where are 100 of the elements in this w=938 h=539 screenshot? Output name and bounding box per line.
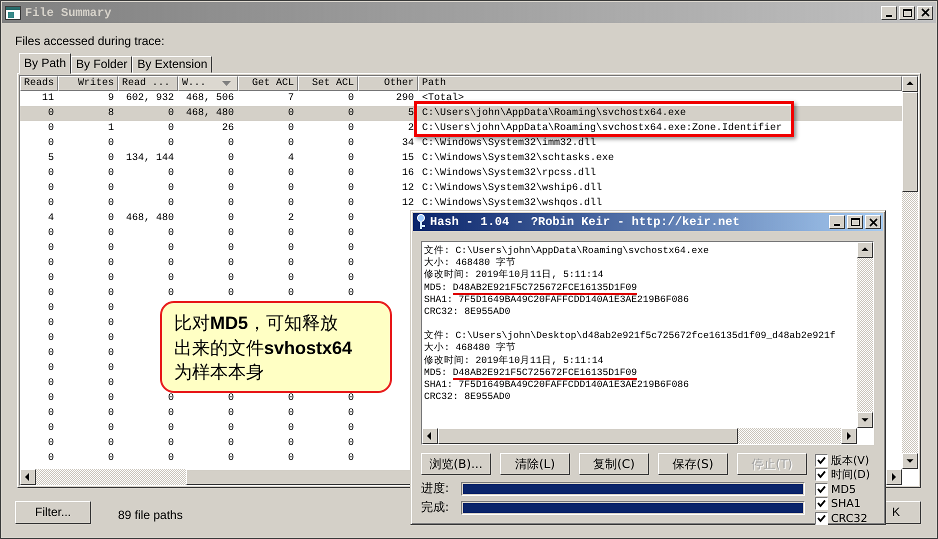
table-cell-text: 0 — [168, 122, 175, 136]
table-cell-text: 0 — [168, 452, 175, 466]
callout-text: 比对MD5，可知释放 出来的文件svhostx64 为样本本身 — [174, 312, 354, 385]
table-cell-text: 0 — [228, 452, 235, 466]
table-cell-text: 0 — [228, 257, 235, 271]
result-line: 文件: C:\Users\john\Desktop\d48ab2e921f5c725672fce16135d1f09_d48ab2e921f — [424, 330, 836, 342]
table-cell-text: 2 — [408, 122, 415, 136]
table-cell-text: 0 — [108, 272, 115, 286]
table-cell-text: 0 — [108, 212, 115, 226]
table-cell-text: 0 — [48, 287, 55, 301]
table-cell-text: 0 — [348, 272, 355, 286]
result-line: MD5: D48AB2E921F5C725672FCE16135D1F09 — [424, 282, 638, 294]
table-cell-text: 9 — [108, 92, 115, 106]
table-cell-text: 0 — [108, 152, 115, 166]
table-cell-text: 0 — [108, 137, 115, 151]
table-cell-text: 0 — [228, 422, 235, 436]
table-cell-text: 0 — [168, 407, 175, 421]
table-cell-text: 0 — [48, 197, 55, 211]
table-cell-text: 0 — [348, 392, 355, 406]
table-cell-text: 0 — [48, 377, 55, 391]
table-cell-text: 0 — [108, 347, 115, 361]
status-text: 89 file paths — [118, 508, 183, 522]
result-line: 文件: C:\Users\john\AppData\Roaming\svchostx64.exe — [424, 245, 710, 257]
table-cell-text: 2 — [288, 212, 295, 226]
table-cell-text: 0 — [48, 227, 55, 241]
table-cell-text: 0 — [168, 182, 175, 196]
table-cell-text: 0 — [108, 287, 115, 301]
table-cell-text: 134, 144 — [126, 152, 175, 166]
table-cell-text: 1 — [108, 122, 115, 136]
table-cell-text: 0 — [288, 242, 295, 256]
result-line: 修改时间: 2019年10月11日, 5:11:14 — [424, 269, 604, 282]
table-cell-text: 0 — [48, 137, 55, 151]
table-cell-text: C:\Users\john\AppData\Roaming\svchostx64.exe — [421, 106, 688, 121]
table-cell-text: 4 — [288, 152, 295, 166]
table-cell-text: 0 — [228, 272, 235, 286]
table-cell-text: 0 — [108, 437, 115, 451]
table-cell-text: 0 — [48, 182, 55, 196]
table-cell-text: 0 — [288, 227, 295, 241]
table-cell-text: <Total> — [421, 92, 466, 106]
table-cell-text: 0 — [288, 452, 295, 466]
table-cell-text: 0 — [168, 242, 175, 256]
section-label: Files accessed during trace: — [15, 34, 166, 48]
table-cell-text: 0 — [108, 332, 115, 346]
table-cell-text: 0 — [228, 137, 235, 151]
table-cell-text: 0 — [288, 122, 295, 136]
table-cell-text: 0 — [48, 272, 55, 286]
table-cell-text: 0 — [288, 407, 295, 421]
table-cell-text: 0 — [48, 167, 55, 181]
table-cell-text: C:\Windows\System32\wshqos.dll — [421, 196, 604, 211]
window-title: File Summary — [25, 6, 112, 20]
result-line: CRC32: 8E955AD0 — [424, 391, 512, 404]
table-cell-text: 0 — [288, 197, 295, 211]
table-cell-text: 0 — [48, 437, 55, 451]
table-cell-text: 0 — [48, 242, 55, 256]
table-cell-text: 0 — [48, 392, 55, 406]
table-cell-text: 0 — [288, 287, 295, 301]
table-cell-text: 11 — [42, 92, 55, 106]
table-cell-text: 0 — [348, 152, 355, 166]
table-cell-text: 15 — [402, 152, 415, 166]
table-cell-text: 0 — [348, 407, 355, 421]
table-cell-text: 0 — [108, 242, 115, 256]
table-cell-text: 0 — [108, 452, 115, 466]
result-line: 大小: 468480 字节 — [424, 342, 517, 355]
table-cell-text: 0 — [228, 437, 235, 451]
table-cell-text: 290 — [396, 92, 415, 106]
result-line: SHA1: 7F5D1649BA49C20FAFFCDD140A1E3AE219B6F086 — [424, 294, 690, 306]
table-cell-text: 0 — [348, 182, 355, 196]
table-cell-text: 0 — [168, 227, 175, 241]
table-cell-text: 0 — [48, 302, 55, 316]
table-cell-text: 0 — [288, 392, 295, 406]
table-cell-text: 0 — [348, 107, 355, 121]
table-cell-text: 0 — [168, 392, 175, 406]
table-cell-text: 0 — [348, 137, 355, 151]
table-cell-text: 0 — [48, 407, 55, 421]
table-cell-text: 0 — [108, 182, 115, 196]
table-cell-text: 0 — [108, 257, 115, 271]
table-cell-text: 0 — [108, 422, 115, 436]
table-cell-text: C:\Windows\System32\rpcss.dll — [421, 166, 598, 181]
table-cell-text: 0 — [48, 332, 55, 346]
table-cell-text: 0 — [168, 137, 175, 151]
table-cell-text: 468, 480 — [186, 107, 235, 121]
table-cell-text: 468, 506 — [186, 92, 235, 106]
table-cell-text: 0 — [48, 257, 55, 271]
table-cell-text: 0 — [48, 122, 55, 136]
table-cell-text: 0 — [288, 137, 295, 151]
table-cell-text: C:\Windows\System32\imm32.dll — [421, 136, 598, 151]
table-cell-text: 0 — [288, 182, 295, 196]
table-cell-text: 0 — [348, 92, 355, 106]
table-cell-text: 0 — [228, 197, 235, 211]
table-cell-text: 0 — [348, 257, 355, 271]
table-cell-text: 0 — [48, 107, 55, 121]
table-cell-text: 7 — [288, 92, 295, 106]
table-cell-text: 0 — [108, 197, 115, 211]
table-cell-text: 0 — [168, 422, 175, 436]
table-cell-text: 0 — [228, 227, 235, 241]
table-cell-text: 0 — [228, 212, 235, 226]
table-cell-text: 0 — [288, 257, 295, 271]
table-cell-text: 0 — [228, 287, 235, 301]
table-cell-text: 34 — [402, 137, 415, 151]
table-cell-text: 0 — [348, 287, 355, 301]
